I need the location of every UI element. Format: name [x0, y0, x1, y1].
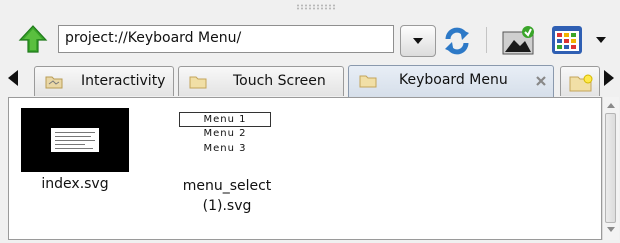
- tab-keyboard-menu[interactable]: Keyboard Menu: [348, 65, 554, 97]
- tab-label: Keyboard Menu: [399, 72, 508, 88]
- menu-preview-item: Menu 3: [203, 143, 247, 154]
- new-folder-icon: [569, 74, 593, 96]
- tab-label: Interactivity: [81, 73, 166, 89]
- chevron-down-icon: [596, 37, 606, 43]
- scroll-up-icon[interactable]: [607, 103, 615, 108]
- up-arrow-icon[interactable]: [18, 24, 48, 54]
- grid-view-icon[interactable]: [549, 22, 585, 58]
- tab-bar: Interactivity Touch Screen Keyboard Menu: [0, 62, 620, 98]
- menu-preview-item: Menu 1: [179, 112, 271, 127]
- file-name-line: menu_select: [182, 178, 272, 194]
- close-tab-icon[interactable]: [535, 75, 547, 87]
- folder-icon: [45, 75, 63, 89]
- tab-label: Touch Screen: [233, 73, 326, 89]
- folder-icon: [359, 74, 377, 88]
- file-browser: index.svg Menu 1 Menu 2 Menu 3 menu_sele…: [8, 97, 602, 240]
- document-preview: [51, 128, 99, 152]
- scroll-down-icon[interactable]: [607, 227, 615, 232]
- file-name[interactable]: index.svg: [21, 176, 129, 192]
- toolbar: project://Keyboard Menu/: [0, 12, 620, 58]
- path-input[interactable]: project://Keyboard Menu/: [58, 25, 394, 53]
- toolbar-separator: [486, 27, 487, 53]
- file-name-line: (1).svg: [202, 198, 252, 214]
- folder-icon: [189, 75, 207, 89]
- view-menu-button[interactable]: [593, 35, 609, 47]
- tab-scroll-right-icon[interactable]: [604, 70, 614, 86]
- toolbar-grip[interactable]: [296, 4, 336, 10]
- scrollbar-thumb[interactable]: [605, 113, 616, 223]
- tab-touch-screen[interactable]: Touch Screen: [178, 66, 344, 96]
- chevron-down-icon: [413, 38, 423, 44]
- file-thumbnail[interactable]: Menu 1 Menu 2 Menu 3: [179, 112, 271, 157]
- new-tab-button[interactable]: [560, 66, 600, 96]
- file-name[interactable]: menu_select (1).svg: [154, 176, 300, 216]
- tab-interactivity[interactable]: Interactivity: [34, 66, 174, 96]
- menu-preview-item: Menu 2: [203, 128, 247, 139]
- vertical-scrollbar[interactable]: [602, 97, 619, 240]
- picture-icon[interactable]: [500, 24, 538, 58]
- file-thumbnail[interactable]: [21, 108, 129, 172]
- tab-scroll-left-icon[interactable]: [8, 70, 18, 86]
- refresh-icon[interactable]: [441, 25, 473, 57]
- path-dropdown-button[interactable]: [400, 25, 436, 57]
